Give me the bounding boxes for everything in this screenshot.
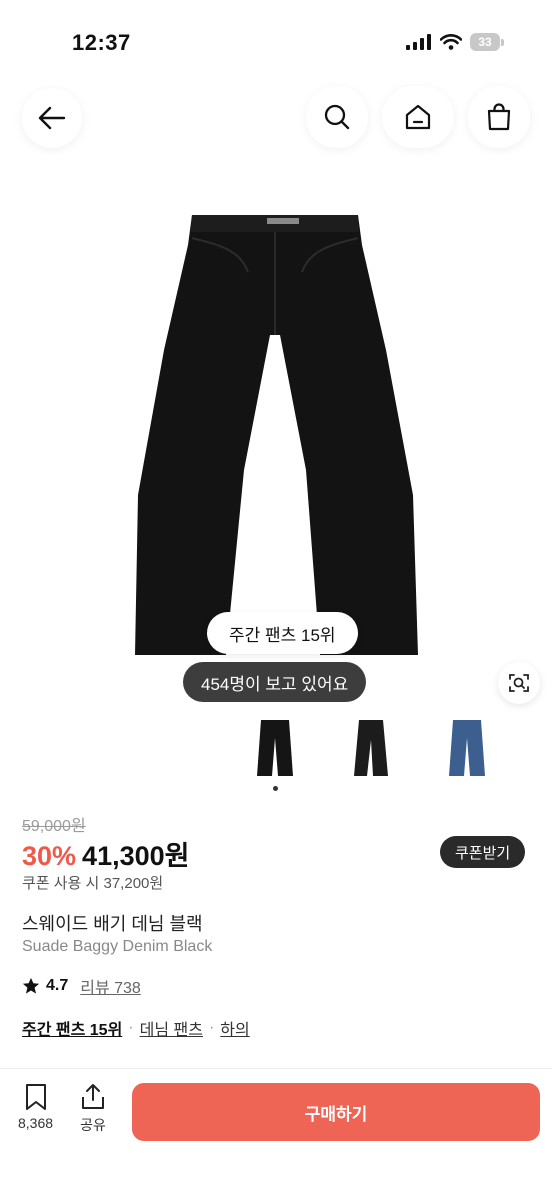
- tag-separator: ·: [208, 1019, 215, 1036]
- search-icon: [324, 104, 350, 130]
- original-price: 59,000원: [22, 818, 86, 835]
- carousel-indicator: [273, 786, 278, 791]
- shopping-bag-icon: [487, 103, 511, 131]
- home-icon: [405, 104, 431, 130]
- sale-price: 41,300원: [82, 841, 190, 871]
- review-link[interactable]: 리뷰 738: [80, 974, 141, 998]
- tag-weekly-rank[interactable]: 주간 팬츠 15위: [22, 1016, 122, 1040]
- category-tags: 주간 팬츠 15위 · 데님 팬츠 · 하의: [22, 1016, 250, 1040]
- thumbnail-jeans-black-side: [354, 720, 388, 776]
- bookmark-icon: [25, 1084, 46, 1110]
- thumbnail-jeans-denim-blue: [449, 720, 485, 776]
- tag-bottoms[interactable]: 하의: [220, 1016, 249, 1040]
- cart-button[interactable]: [468, 86, 530, 148]
- top-actions: [306, 86, 530, 148]
- thumbnail-strip: [245, 716, 497, 780]
- share-label: 공유: [80, 1117, 106, 1133]
- thumbnail-item[interactable]: [437, 716, 497, 780]
- back-button[interactable]: [22, 88, 82, 148]
- battery-tip: [501, 38, 504, 46]
- arrow-left-icon: [38, 106, 66, 130]
- status-bar: 12:37 33: [0, 0, 552, 90]
- home-button[interactable]: [382, 86, 454, 148]
- share-icon: [82, 1084, 104, 1109]
- discount-rate: 30%: [22, 841, 77, 871]
- image-search-button[interactable]: [498, 662, 540, 704]
- camera-search-icon: [509, 674, 529, 692]
- rank-badge[interactable]: 주간 팬츠 15위: [207, 612, 358, 654]
- thumbnail-jeans-black-front: [257, 720, 293, 776]
- tag-separator: ·: [128, 1019, 134, 1036]
- rating-value: 4.7: [46, 977, 69, 994]
- coupon-button[interactable]: 쿠폰받기: [440, 836, 526, 868]
- star-icon: [22, 977, 40, 994]
- price-row: 30% 41,300원: [22, 834, 189, 873]
- status-icons: 33: [406, 33, 504, 51]
- thumbnail-item[interactable]: [245, 716, 305, 780]
- tag-denim-pants[interactable]: 데님 팬츠: [140, 1016, 203, 1040]
- product-title: 스웨이드 배기 데님 블랙: [22, 914, 203, 934]
- bookmark-button[interactable]: 8,368: [18, 1083, 53, 1131]
- share-button[interactable]: 공유: [80, 1083, 106, 1135]
- coupon-price: 쿠폰 사용 시 37,200원: [22, 875, 164, 892]
- rating-row: 4.7 리뷰 738: [22, 974, 141, 998]
- status-time: 12:37: [72, 30, 131, 55]
- signal-icon: [406, 34, 431, 50]
- product-image[interactable]: [130, 210, 420, 660]
- buy-button[interactable]: 구매하기: [132, 1083, 540, 1141]
- wifi-icon: [440, 34, 462, 50]
- search-button[interactable]: [306, 86, 368, 148]
- battery-icon: 33: [470, 33, 500, 51]
- product-title-en: Suade Baggy Denim Black: [22, 938, 213, 955]
- bookmark-count: 8,368: [18, 1115, 54, 1131]
- viewer-count-badge: 454명이 보고 있어요: [183, 662, 367, 702]
- bottom-action-bar: 8,368 공유 구매하기: [0, 1068, 552, 1200]
- thumbnail-item[interactable]: [341, 716, 401, 780]
